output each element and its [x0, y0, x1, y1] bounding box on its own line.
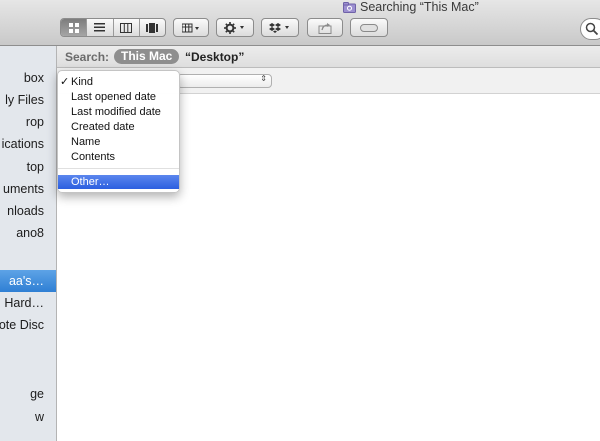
sidebar-item-documents[interactable]: uments: [0, 179, 56, 199]
menu-item-label: Last opened date: [71, 91, 157, 103]
sidebar-item-shared-2[interactable]: w: [0, 407, 56, 427]
arrange-button[interactable]: [173, 18, 209, 37]
sidebar-item-remote-disc[interactable]: ote Disc: [0, 315, 56, 335]
view-mode-control: [60, 18, 166, 37]
toolbar: Searching “This Mac”: [0, 0, 600, 46]
checkmark-icon: ✓: [60, 76, 70, 88]
sidebar-item-this-mac[interactable]: aa's…: [0, 270, 56, 292]
sidebar-item-label: ge: [30, 387, 44, 401]
dropbox-button[interactable]: [261, 18, 299, 37]
search-field[interactable]: [580, 18, 600, 40]
column-view-button[interactable]: [114, 19, 140, 36]
sidebar-item-shared-1[interactable]: ge: [0, 384, 56, 404]
cover-flow-icon: [146, 22, 159, 33]
menu-item-label: Kind: [71, 76, 94, 88]
gear-icon: [224, 21, 244, 34]
sidebar-item-label: box: [23, 71, 44, 85]
menu-item-label: Name: [71, 136, 101, 148]
menu-item-label: Created date: [71, 121, 135, 133]
magnifier-icon: [585, 22, 599, 36]
scope-desktop-button[interactable]: “Desktop”: [185, 50, 244, 64]
sidebar-item-hard-disk[interactable]: Hard…: [0, 293, 56, 313]
menu-item-other[interactable]: Other…: [58, 175, 179, 189]
search-scope-bar: Search: This Mac “Desktop”: [57, 46, 600, 68]
menu-item-last-modified-date[interactable]: Last modified date: [58, 105, 179, 119]
smart-folder-icon: [343, 1, 356, 13]
menu-separator: [58, 168, 179, 169]
sidebar-item-downloads[interactable]: nloads: [0, 201, 56, 221]
action-button[interactable]: [216, 18, 254, 37]
window-title-area: Searching “This Mac”: [343, 0, 479, 14]
sidebar-item-all-my-files[interactable]: ly Files: [0, 90, 56, 110]
sidebar-item-label: rop: [25, 115, 44, 129]
sidebar-item-label: uments: [3, 182, 44, 196]
search-label: Search:: [65, 50, 110, 64]
arrange-grid-icon: [182, 23, 199, 32]
menu-item-created-date[interactable]: Created date: [58, 120, 179, 134]
sidebar-item-label: top: [26, 160, 44, 174]
menu-item-kind[interactable]: ✓ Kind: [58, 75, 179, 89]
criteria-attribute-menu: ✓ Kind Last opened date Last modified da…: [57, 70, 180, 193]
sidebar-item-applications[interactable]: ications: [0, 134, 56, 154]
sidebar-item-label: Hard…: [4, 296, 44, 310]
menu-item-last-opened-date[interactable]: Last opened date: [58, 90, 179, 104]
share-button[interactable]: [307, 18, 343, 37]
menu-item-label: Last modified date: [71, 106, 161, 118]
sidebar: box ly Files rop ications top uments nlo…: [0, 46, 57, 441]
sidebar-item-label: nloads: [7, 204, 44, 218]
sidebar-item-label: aa's…: [8, 274, 44, 288]
tag-icon: [360, 23, 378, 32]
cover-flow-view-button[interactable]: [140, 19, 165, 36]
sidebar-item-label: ote Disc: [0, 318, 44, 332]
share-icon: [318, 22, 332, 34]
window-title: Searching “This Mac”: [360, 0, 479, 14]
menu-item-name[interactable]: Name: [58, 135, 179, 149]
dropbox-icon: [269, 22, 289, 33]
scope-this-mac-button[interactable]: This Mac: [114, 49, 180, 64]
icon-view-icon: [68, 22, 79, 33]
menu-item-label: Other…: [71, 176, 110, 188]
sidebar-item-desktop[interactable]: top: [0, 157, 56, 177]
column-view-icon: [120, 22, 133, 33]
criteria-value-popup[interactable]: ⇕: [177, 74, 272, 88]
popup-arrows-icon: ⇕: [260, 74, 267, 83]
sidebar-item-label: ly Files: [5, 93, 44, 107]
sidebar-item-dropbox[interactable]: box: [0, 68, 56, 88]
tags-button[interactable]: [350, 18, 388, 37]
list-view-icon: [94, 23, 106, 32]
sidebar-item-user-folder[interactable]: ano8: [0, 223, 56, 243]
sidebar-item-label: w: [34, 410, 44, 424]
menu-item-label: Contents: [71, 151, 116, 163]
icon-view-button[interactable]: [61, 19, 88, 36]
list-view-button[interactable]: [87, 19, 114, 36]
menu-item-contents[interactable]: Contents: [58, 150, 179, 164]
sidebar-item-airdrop[interactable]: rop: [0, 112, 56, 132]
finder-window: Searching “This Mac” box ly Files rop ic…: [0, 0, 600, 441]
sidebar-item-label: ications: [1, 137, 44, 151]
sidebar-item-label: ano8: [16, 226, 44, 240]
